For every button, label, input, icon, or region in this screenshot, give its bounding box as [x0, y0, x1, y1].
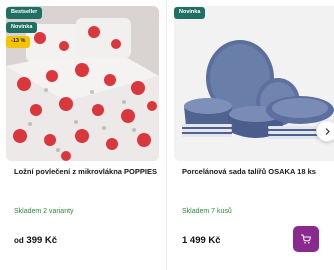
stock-status: Skladem 2 varianty [14, 208, 74, 215]
badge-group: Bestseller Novinka -13 % [6, 7, 43, 48]
product-card-poppies[interactable]: Bestseller Novinka -13 % Ložní povlečení… [0, 0, 166, 270]
chevron-right-icon [325, 127, 330, 135]
price-prefix: od [14, 236, 24, 245]
product-price: 1 499 Kč [182, 235, 221, 246]
carousel-next-button[interactable] [316, 120, 334, 142]
cart-icon [301, 234, 311, 244]
blue-porcelain-plates-image [174, 6, 334, 161]
product-image-osaka[interactable] [174, 6, 334, 161]
new-badge: Novinka [6, 21, 38, 33]
new-badge: Novinka [174, 7, 206, 19]
product-price: od 399 Kč [14, 235, 57, 246]
product-carousel: Bestseller Novinka -13 % Ložní povlečení… [0, 0, 334, 270]
price-value: 399 Kč [26, 235, 58, 246]
stock-status: Skladem 7 kusů [182, 208, 232, 215]
price-value: 1 499 Kč [182, 235, 221, 246]
product-title[interactable]: Ložní povlečení z mikrovlákna POPPIES [14, 166, 164, 178]
add-to-cart-button[interactable] [293, 226, 319, 252]
card-divider [166, 0, 167, 270]
bestseller-badge: Bestseller [6, 7, 43, 19]
product-title[interactable]: Porcelánová sada talířů OSAKA 18 ks [182, 166, 332, 178]
discount-badge: -13 % [6, 36, 31, 48]
badge-group: Novinka [174, 7, 206, 19]
